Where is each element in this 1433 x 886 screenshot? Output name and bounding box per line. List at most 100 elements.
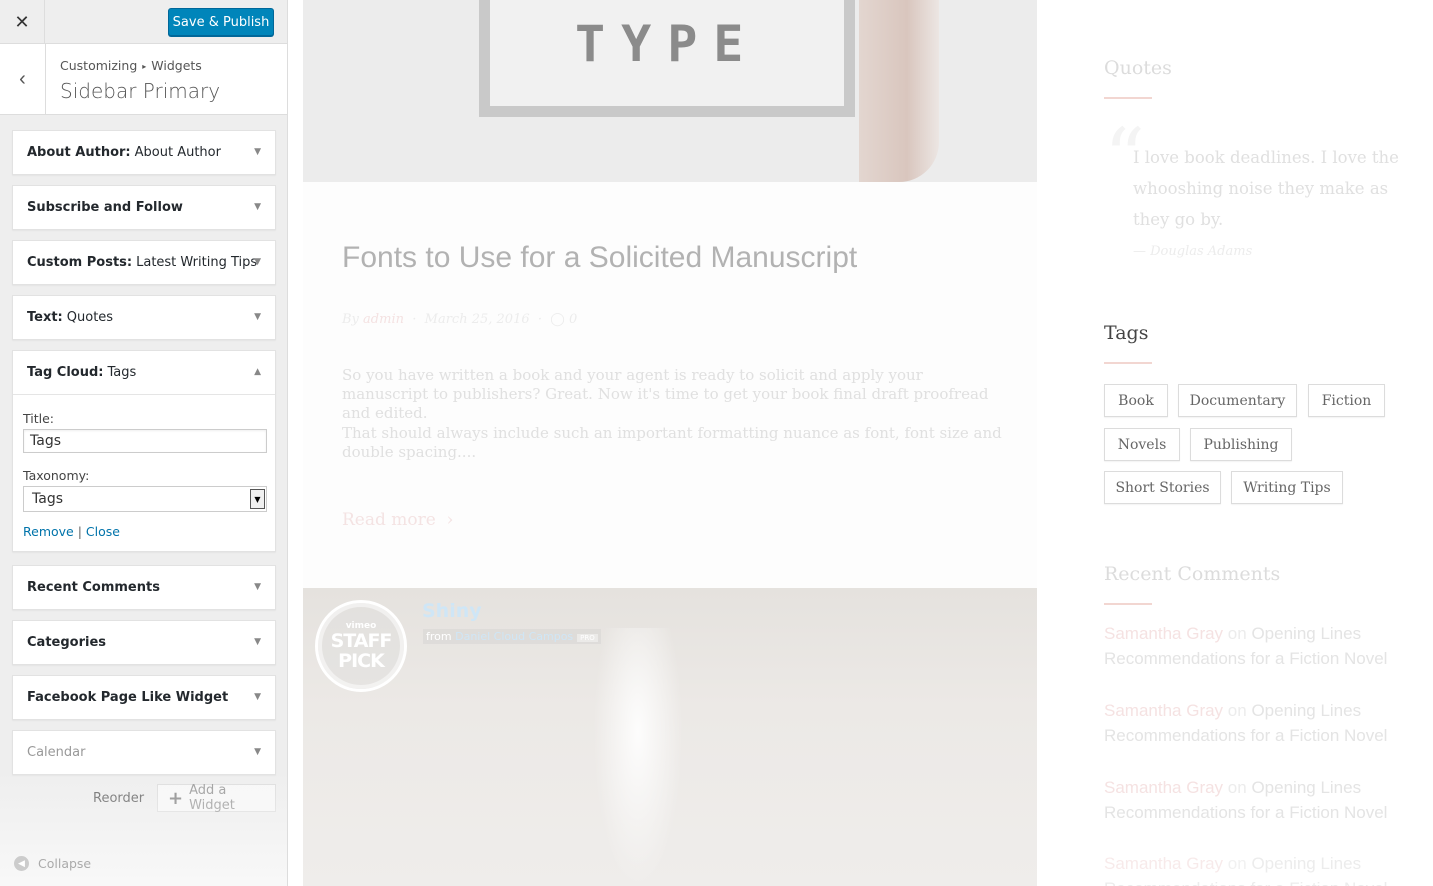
title-underline xyxy=(1104,362,1152,364)
comment-on: on xyxy=(1227,854,1247,873)
widget-categories[interactable]: Categories ▼ xyxy=(12,620,276,665)
meta-author-link[interactable]: admin xyxy=(363,312,404,327)
comment-author-link[interactable]: Samantha Gray xyxy=(1104,778,1223,797)
taxonomy-value: Tags xyxy=(32,491,63,507)
sign-text: TYPE xyxy=(575,15,760,73)
widget-header[interactable]: Subscribe and Follow ▼ xyxy=(13,186,275,229)
title-underline xyxy=(1104,97,1152,99)
expand-arrow-icon[interactable]: ▼ xyxy=(254,312,261,322)
customizer-panel: ✕ Save & Publish ‹ Customizing ▸ Widgets S… xyxy=(0,0,288,886)
title-input[interactable]: Tags xyxy=(23,429,267,453)
widget-header[interactable]: Text: Quotes ▼ xyxy=(13,296,275,339)
collapse-arrow-icon[interactable]: ▲ xyxy=(254,367,261,377)
breadcrumb-widgets: Widgets xyxy=(151,58,202,73)
comment-icon: ◯ xyxy=(550,312,565,327)
expand-arrow-icon[interactable]: ▼ xyxy=(254,637,261,647)
divider: | xyxy=(77,524,82,539)
video-from: from xyxy=(426,630,452,643)
post-title[interactable]: Fonts to Use for a Solicited Manuscript xyxy=(342,241,857,275)
breadcrumb-customizing: Customizing xyxy=(60,58,138,73)
expand-arrow-icon[interactable]: ▼ xyxy=(254,202,261,212)
reorder-link[interactable]: Reorder xyxy=(93,791,144,806)
widget-subscribe-follow[interactable]: Subscribe and Follow ▼ xyxy=(12,185,276,230)
dropdown-arrow-icon[interactable]: ▼ xyxy=(250,489,265,509)
widget-header[interactable]: Recent Comments ▼ xyxy=(13,566,275,609)
tag-link[interactable]: Writing Tips xyxy=(1231,471,1343,504)
remove-link[interactable]: Remove xyxy=(23,524,74,539)
expand-arrow-icon[interactable]: ▼ xyxy=(254,692,261,702)
tag-link[interactable]: Documentary xyxy=(1178,384,1297,417)
widget-title: Latest Writing Tips xyxy=(136,255,258,270)
widget-form: Title: Tags Taxonomy: Tags ▼ Remove | Clo… xyxy=(13,394,275,551)
recent-comment-item: Samantha Gray on Opening Lines Recommend… xyxy=(1104,698,1416,748)
widget-tag-cloud[interactable]: Tag Cloud: Tags ▲ Title: Tags Taxonomy: Ta… xyxy=(12,350,276,552)
post-meta: By admin · March 25, 2016 · ◯ 0 xyxy=(342,312,577,327)
widget-title: Quotes xyxy=(66,310,114,325)
video-title[interactable]: Shiny xyxy=(422,600,482,622)
comment-author-link[interactable]: Samantha Gray xyxy=(1104,701,1223,720)
tag-link[interactable]: Novels xyxy=(1104,428,1180,461)
section-header: ‹ Customizing ▸ Widgets Sidebar Primary xyxy=(0,44,287,115)
vimeo-video-embed[interactable]: vimeo STAFF PICK Shiny from Daniel Cloud… xyxy=(303,588,1037,886)
comment-on: on xyxy=(1227,701,1247,720)
main-content: TYPE Fonts to Use for a Solicited Manusc… xyxy=(303,0,1037,886)
breadcrumb-separator-icon: ▸ xyxy=(142,62,147,71)
collapse-label: Collapse xyxy=(38,856,92,871)
recent-comment-item: Samantha Gray on Opening Lines Recommend… xyxy=(1104,621,1416,671)
back-icon[interactable]: ‹ xyxy=(0,44,46,114)
comment-author-link[interactable]: Samantha Gray xyxy=(1104,624,1223,643)
add-widget-button[interactable]: + Add a Widget xyxy=(157,783,276,813)
read-more-link[interactable]: Read more › xyxy=(342,510,453,530)
meta-comment-count[interactable]: 0 xyxy=(569,312,577,327)
comment-author-link[interactable]: Samantha Gray xyxy=(1104,854,1223,873)
comment-on: on xyxy=(1227,624,1247,643)
expand-arrow-icon[interactable]: ▼ xyxy=(254,582,261,592)
widget-about-author[interactable]: About Author: About Author ▼ xyxy=(12,130,276,175)
type-sign-image: TYPE xyxy=(479,0,855,117)
widget-header[interactable]: Tag Cloud: Tags ▲ xyxy=(13,351,275,394)
close-link[interactable]: Close xyxy=(86,524,120,539)
widget-text-quotes[interactable]: Text: Quotes ▼ xyxy=(12,295,276,340)
expand-arrow-icon[interactable]: ▼ xyxy=(254,257,261,267)
widget-type: Text: xyxy=(27,310,63,325)
expand-arrow-icon[interactable]: ▼ xyxy=(254,747,261,757)
collapse-icon: ◀ xyxy=(14,856,29,871)
widget-recent-comments[interactable]: Recent Comments ▼ xyxy=(12,565,276,610)
collapse-button[interactable]: ◀ Collapse xyxy=(14,856,91,871)
widget-header[interactable]: Custom Posts: Latest Writing Tips ▼ xyxy=(13,241,275,284)
quote-text: I love book deadlines. I love the whoosh… xyxy=(1133,148,1399,229)
read-more-label: Read more xyxy=(342,510,436,530)
recent-comment-item: Samantha Gray on Opening Lines Recommend… xyxy=(1104,775,1416,825)
customizer-header: ✕ Save & Publish xyxy=(0,0,287,44)
tag-link[interactable]: Short Stories xyxy=(1104,471,1221,504)
tag-link[interactable]: Book xyxy=(1104,384,1168,417)
meta-separator: · xyxy=(537,312,543,327)
tag-link[interactable]: Publishing xyxy=(1190,428,1292,461)
save-publish-button[interactable]: Save & Publish xyxy=(168,8,274,36)
close-icon[interactable]: ✕ xyxy=(0,0,45,44)
comment-on: on xyxy=(1227,778,1247,797)
tag-link[interactable]: Fiction xyxy=(1308,384,1385,417)
widget-custom-posts[interactable]: Custom Posts: Latest Writing Tips ▼ xyxy=(12,240,276,285)
video-author-link[interactable]: Daniel Cloud Campos xyxy=(455,630,573,643)
title-label: Title: xyxy=(23,411,54,426)
widget-calendar[interactable]: Calendar ▼ xyxy=(12,730,276,775)
badge-line2: PICK xyxy=(338,650,385,672)
taxonomy-select[interactable]: Tags ▼ xyxy=(23,486,267,512)
meta-date[interactable]: March 25, 2016 xyxy=(425,312,530,327)
arm-image xyxy=(859,0,939,182)
widget-header[interactable]: Facebook Page Like Widget ▼ xyxy=(13,676,275,719)
widget-header[interactable]: Calendar ▼ xyxy=(13,731,275,774)
featured-image[interactable]: TYPE xyxy=(303,0,1037,182)
post-excerpt-paragraph: So you have written a book and your agen… xyxy=(342,366,989,422)
widget-facebook-page-like[interactable]: Facebook Page Like Widget ▼ xyxy=(12,675,276,720)
recent-comment-item: Samantha Gray on Opening Lines Recommend… xyxy=(1104,851,1416,886)
widget-type: Recent Comments xyxy=(27,580,160,595)
widget-header[interactable]: Categories ▼ xyxy=(13,621,275,664)
widget-type: Custom Posts: xyxy=(27,255,133,270)
pro-badge: PRO xyxy=(577,634,598,642)
widget-type: Calendar xyxy=(27,745,86,760)
widget-title: About Author xyxy=(134,145,221,160)
expand-arrow-icon[interactable]: ▼ xyxy=(254,147,261,157)
widget-header[interactable]: About Author: About Author ▼ xyxy=(13,131,275,174)
